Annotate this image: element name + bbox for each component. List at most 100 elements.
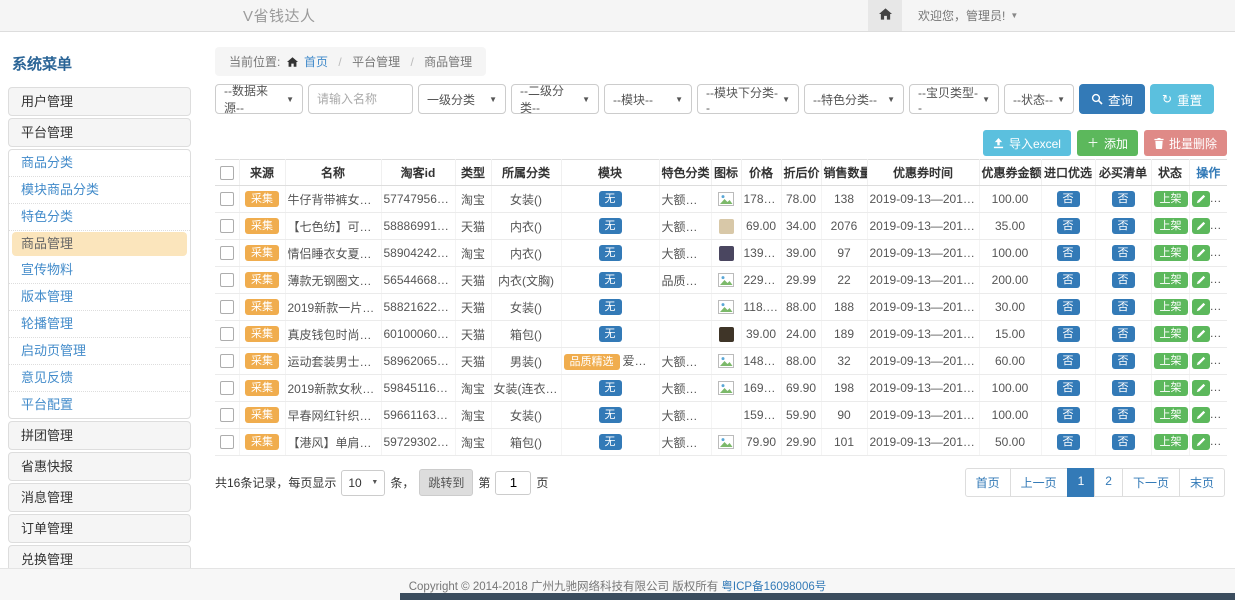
cell-feature: 大额优惠券 xyxy=(659,402,711,429)
cell-discount-price: 24.00 xyxy=(781,321,821,348)
edit-button[interactable] xyxy=(1192,191,1210,207)
sidebar-subitem-5[interactable]: 版本管理 xyxy=(9,284,190,311)
filter-select-4[interactable]: --模块--▼ xyxy=(604,84,692,114)
cell-actions xyxy=(1189,240,1227,267)
sidebar-section-7[interactable]: 兑换管理 xyxy=(8,545,191,568)
name-search-input[interactable] xyxy=(308,84,413,114)
edit-icon xyxy=(1196,437,1206,447)
filter-select-5[interactable]: --模块下分类--▼ xyxy=(697,84,799,114)
module-badge: 无 xyxy=(599,191,622,207)
import-select-badge: 否 xyxy=(1057,326,1080,342)
edit-icon xyxy=(1196,329,1206,339)
sidebar-title: 系统菜单 xyxy=(8,47,191,87)
edit-button[interactable] xyxy=(1192,326,1210,342)
pagination: 共16条记录，每页显示 10 ▼ 条， 跳转到 第 页 首页上一页12下一页末页 xyxy=(215,468,1227,497)
edit-button[interactable] xyxy=(1192,380,1210,396)
sidebar-subitem-8[interactable]: 意见反馈 xyxy=(9,365,190,392)
column-header-7: 图标 xyxy=(711,160,741,186)
page-link-3[interactable]: 2 xyxy=(1094,468,1123,497)
row-checkbox[interactable] xyxy=(220,381,234,395)
sidebar-subitem-2[interactable]: 特色分类 xyxy=(9,204,190,231)
row-checkbox[interactable] xyxy=(220,273,234,287)
select-all-checkbox[interactable] xyxy=(220,166,234,180)
edit-button[interactable] xyxy=(1192,299,1210,315)
page-link-5[interactable]: 末页 xyxy=(1179,468,1225,497)
filter-select-7[interactable]: --宝贝类型--▼ xyxy=(909,84,999,114)
per-page-select[interactable]: 10 ▼ xyxy=(341,470,385,496)
module-text: 爱上运动 xyxy=(623,354,660,368)
sidebar-subitem-7[interactable]: 启动页管理 xyxy=(9,338,190,365)
edit-button[interactable] xyxy=(1192,272,1210,288)
row-checkbox[interactable] xyxy=(220,435,234,449)
column-header-13: 进口优选 xyxy=(1041,160,1095,186)
table-header-row: 来源名称淘客id类型所属分类模块特色分类图标价格折后价销售数量优惠券时间优惠券金… xyxy=(215,160,1227,186)
edit-button[interactable] xyxy=(1192,218,1210,234)
batch-delete-button[interactable]: 批量删除 xyxy=(1144,130,1227,156)
breadcrumb-separator: / xyxy=(338,55,341,69)
page-link-0[interactable]: 首页 xyxy=(965,468,1011,497)
home-button[interactable] xyxy=(868,0,902,31)
cell-status: 上架 xyxy=(1151,294,1189,321)
filter-select-8[interactable]: --状态--▼ xyxy=(1004,84,1074,114)
search-button[interactable]: 查询 xyxy=(1079,84,1145,114)
cell-coupon-time: 2019-09-13—2019-09-19 xyxy=(867,294,979,321)
row-checkbox[interactable] xyxy=(220,246,234,260)
sidebar-subitem-6[interactable]: 轮播管理 xyxy=(9,311,190,338)
breadcrumb-item: 平台管理 xyxy=(352,55,400,69)
import-select-badge: 否 xyxy=(1057,245,1080,261)
sidebar-subitem-3[interactable]: 商品管理 xyxy=(12,232,187,256)
sidebar-subitem-0[interactable]: 商品分类 xyxy=(9,150,190,177)
sidebar-section-4[interactable]: 省惠快报 xyxy=(8,452,191,481)
row-checkbox[interactable] xyxy=(220,354,234,368)
cell-status: 上架 xyxy=(1151,213,1189,240)
cell-must-buy: 否 xyxy=(1095,375,1151,402)
edit-icon xyxy=(1196,248,1206,258)
reset-button[interactable]: ↻ 重置 xyxy=(1150,84,1214,114)
column-header-1: 名称 xyxy=(285,160,381,186)
cell-import-select: 否 xyxy=(1041,402,1095,429)
cell-must-buy: 否 xyxy=(1095,294,1151,321)
sidebar-subitem-9[interactable]: 平台配置 xyxy=(9,392,190,418)
filter-select-3[interactable]: --二级分类--▼ xyxy=(511,84,599,114)
row-checkbox[interactable] xyxy=(220,327,234,341)
sidebar-subitem-1[interactable]: 模块商品分类 xyxy=(9,177,190,204)
row-checkbox[interactable] xyxy=(220,408,234,422)
sidebar-section-6[interactable]: 订单管理 xyxy=(8,514,191,543)
row-checkbox[interactable] xyxy=(220,192,234,206)
sidebar-section-1[interactable]: 平台管理 xyxy=(8,118,191,147)
sidebar-section-3[interactable]: 拼团管理 xyxy=(8,421,191,450)
edit-button[interactable] xyxy=(1192,353,1210,369)
cell-category: 男装() xyxy=(491,348,561,375)
must-buy-badge: 否 xyxy=(1112,326,1135,342)
source-badge: 采集 xyxy=(245,245,279,261)
filter-select-6[interactable]: --特色分类--▼ xyxy=(804,84,904,114)
cell-price: 79.90 xyxy=(741,429,781,456)
cell-type: 淘宝 xyxy=(455,429,491,456)
edit-icon xyxy=(1196,221,1206,231)
jump-page-input[interactable] xyxy=(495,471,531,495)
sidebar-subitem-4[interactable]: 宣传物料 xyxy=(9,257,190,284)
page-link-1[interactable]: 上一页 xyxy=(1010,468,1068,497)
page-link-2[interactable]: 1 xyxy=(1067,468,1096,497)
jump-button[interactable]: 跳转到 xyxy=(419,469,473,496)
sidebar-section-5[interactable]: 消息管理 xyxy=(8,483,191,512)
icp-link[interactable]: 粤ICP备16098006号 xyxy=(721,581,826,593)
import-excel-button[interactable]: 导入excel xyxy=(983,130,1071,156)
page-link-4[interactable]: 下一页 xyxy=(1122,468,1180,497)
cell-sales: 97 xyxy=(821,240,867,267)
row-checkbox[interactable] xyxy=(220,300,234,314)
filter-select-0[interactable]: --数据来源--▼ xyxy=(215,84,303,114)
edit-button[interactable] xyxy=(1192,407,1210,423)
source-badge: 采集 xyxy=(245,380,279,396)
add-button[interactable]: ＋ 添加 xyxy=(1077,130,1138,156)
cell-module: 无 xyxy=(561,267,659,294)
breadcrumb-home-link[interactable]: 首页 xyxy=(304,55,328,69)
cell-coupon-time: 2019-09-13—2019-09-20 xyxy=(867,240,979,267)
row-checkbox[interactable] xyxy=(220,219,234,233)
edit-button[interactable] xyxy=(1192,245,1210,261)
sidebar-section-0[interactable]: 用户管理 xyxy=(8,87,191,116)
filter-select-2[interactable]: 一级分类▼ xyxy=(418,84,506,114)
cell-status: 上架 xyxy=(1151,186,1189,213)
edit-button[interactable] xyxy=(1192,434,1210,450)
user-menu[interactable]: 欢迎您，管理员! ▼ xyxy=(918,7,1018,24)
